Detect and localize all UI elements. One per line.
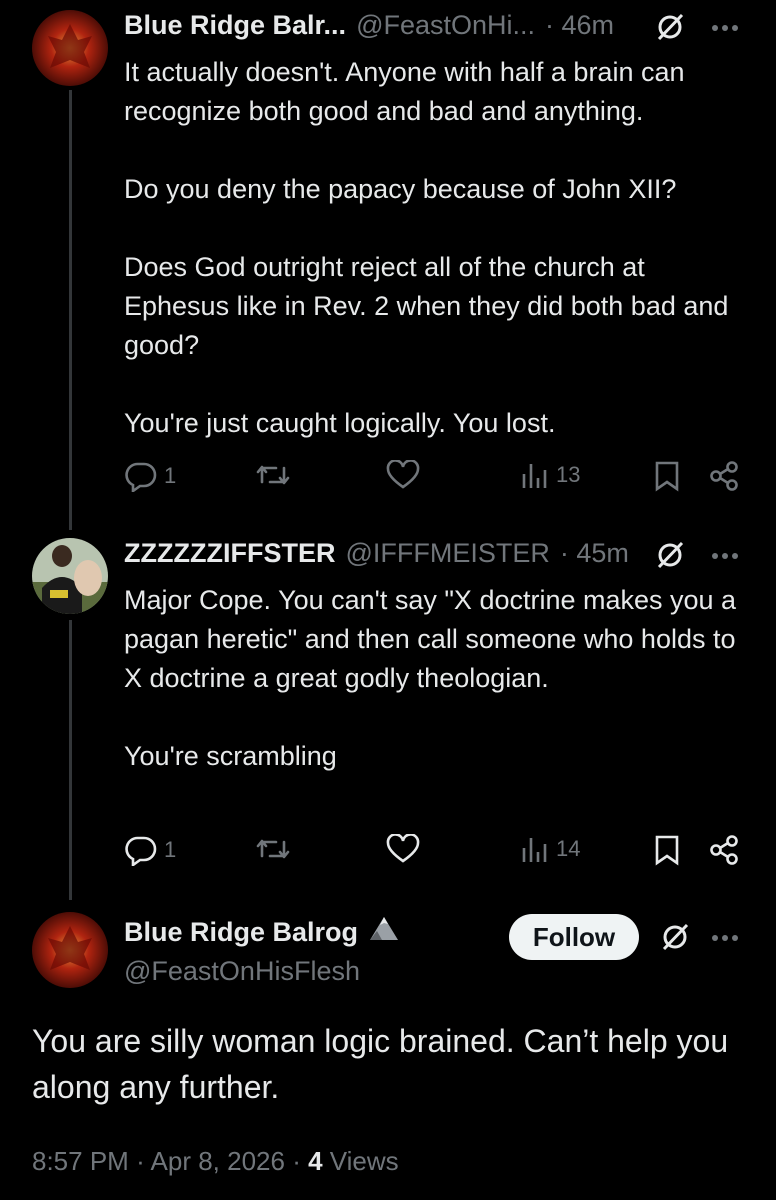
repost-icon [256,839,290,859]
author-handle[interactable]: @FeastOnHi... [356,8,535,42]
reply-count: 1 [164,837,177,862]
views-count: 4 [308,1146,323,1176]
repost-icon [256,465,290,485]
more-icon[interactable] [711,24,739,32]
views-label: Views [329,1146,399,1176]
action-bar: 1 14 [124,834,744,874]
avatar[interactable] [32,10,108,86]
bookmark-icon [655,461,679,492]
bookmark-button[interactable] [654,834,680,866]
author-handle[interactable]: @FeastOnHisFlesh [124,954,360,988]
grok-icon[interactable] [655,12,685,42]
views-count: 14 [556,836,581,861]
reply-count: 1 [164,463,177,488]
avatar[interactable] [32,912,108,988]
action-bar: 1 13 [124,460,744,500]
reply-button[interactable]: 1 [124,460,176,492]
post-header: Blue Ridge Balrog [124,914,400,950]
like-button[interactable] [386,834,420,864]
post-text: Major Cope. You can't say "X doctrine ma… [124,585,737,771]
repost-button[interactable] [254,834,292,864]
post-meta: 8:57 PM · Apr 8, 2026 · 4 Views [32,1146,399,1176]
avatar[interactable] [32,538,108,614]
mountain-icon [368,914,400,950]
more-icon[interactable] [711,552,739,560]
author-name[interactable]: Blue Ridge Balrog [124,915,358,949]
post-time[interactable]: · 46m [545,8,614,42]
bookmark-button[interactable] [654,460,680,492]
like-icon [386,834,420,863]
follow-button[interactable]: Follow [509,914,639,960]
share-icon [710,461,738,491]
reply-icon [125,462,157,492]
post-time[interactable]: 8:57 PM [32,1146,129,1176]
grok-icon[interactable] [660,922,690,952]
repost-button[interactable] [254,460,292,490]
thread-line-2 [69,620,72,900]
like-button[interactable] [386,460,420,490]
reply-button[interactable]: 1 [124,834,176,866]
author-handle[interactable]: @IFFFMEISTER [345,536,549,570]
like-icon [386,460,420,489]
bookmark-icon [655,835,679,866]
grok-icon[interactable] [655,540,685,570]
author-name[interactable]: Blue Ridge Balr... [124,8,346,42]
views-count: 13 [556,462,581,487]
views-button[interactable]: 13 [520,460,580,490]
reply-icon [125,836,157,866]
views-icon [522,838,547,862]
post-date[interactable]: Apr 8, 2026 [151,1146,285,1176]
author-name[interactable]: ZZZZZZIFFSTER [124,536,335,570]
views-icon [522,464,547,488]
share-button[interactable] [708,834,740,866]
post-time[interactable]: · 45m [560,536,629,570]
post-header: ZZZZZZIFFSTER @IFFFMEISTER · 45m [124,536,629,570]
more-icon[interactable] [711,934,739,942]
thread-line-1 [69,90,72,530]
post-header: Blue Ridge Balr... @FeastOnHi... · 46m [124,8,614,42]
post-text: It actually doesn't. Anyone with half a … [124,57,729,438]
post-text: You are silly woman logic brained. Can’t… [32,1023,737,1105]
views-button[interactable]: 14 [520,834,580,864]
share-icon [710,835,738,865]
share-button[interactable] [708,460,740,492]
